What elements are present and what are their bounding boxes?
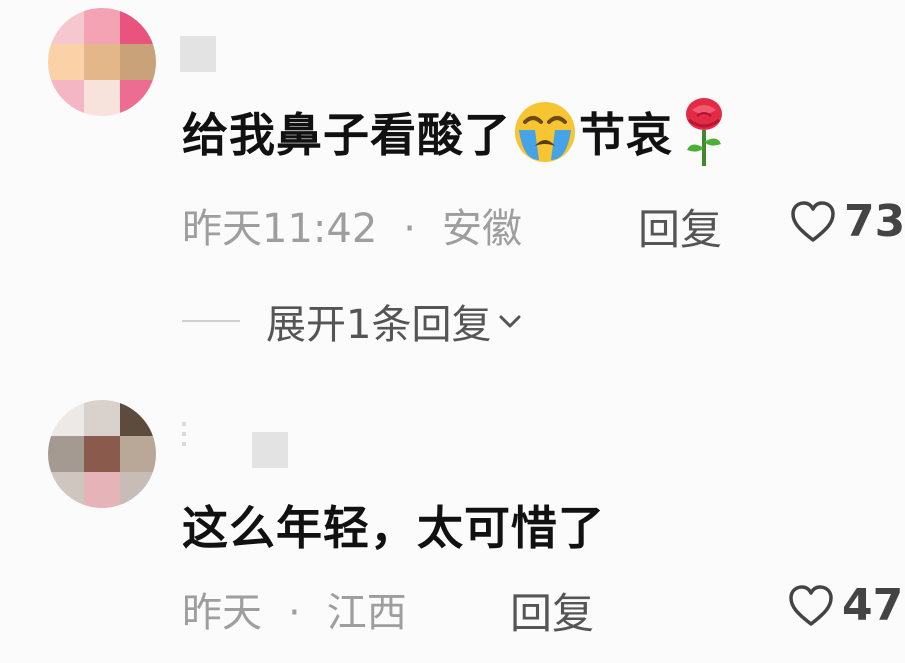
heart-outline-icon <box>791 200 835 242</box>
like-button[interactable]: 73 <box>790 196 905 247</box>
comment-text: 给我鼻子看酸了 节哀 <box>182 96 729 168</box>
username-mosaic <box>182 422 188 452</box>
comment-meta: 昨天 · 江西 <box>182 580 407 638</box>
username-mosaic[interactable] <box>252 432 288 468</box>
reply-button[interactable]: 回复 <box>510 580 594 641</box>
rose-icon <box>686 98 722 166</box>
username-mosaic[interactable] <box>180 36 216 72</box>
heart-outline-icon <box>789 584 833 626</box>
comment-item: 这么年轻，太可惜了 昨天 · 江西 回复 47 <box>0 380 905 663</box>
divider <box>182 320 240 322</box>
like-count: 47 <box>842 580 904 631</box>
comment-text: 这么年轻，太可惜了 <box>182 501 605 555</box>
avatar[interactable] <box>48 400 156 508</box>
comment-text-part: 节哀 <box>579 108 673 162</box>
comment-location: 安徽 <box>442 206 522 252</box>
comment-text-part: 给我鼻子看酸了 <box>182 108 511 162</box>
expand-replies[interactable]: 展开1条回复 <box>182 292 523 350</box>
comment-item: 给我鼻子看酸了 节哀 昨天11:42 · 安徽 回复 73 展开1条回复 <box>0 0 905 380</box>
comment-location: 江西 <box>326 590 407 636</box>
expand-replies-label: 展开1条回复 <box>266 302 492 348</box>
loudly-crying-face-icon <box>515 102 575 162</box>
comment-time: 昨天 <box>182 590 262 636</box>
like-button[interactable]: 47 <box>788 580 903 631</box>
like-count: 73 <box>844 196 905 247</box>
comment-meta: 昨天11:42 · 安徽 <box>182 196 522 254</box>
reply-button[interactable]: 回复 <box>638 196 722 257</box>
meta-separator: · <box>288 590 301 636</box>
meta-separator: · <box>403 206 416 252</box>
chevron-down-icon <box>499 315 521 328</box>
comment-time: 昨天11:42 <box>182 206 378 252</box>
avatar[interactable] <box>48 8 156 116</box>
